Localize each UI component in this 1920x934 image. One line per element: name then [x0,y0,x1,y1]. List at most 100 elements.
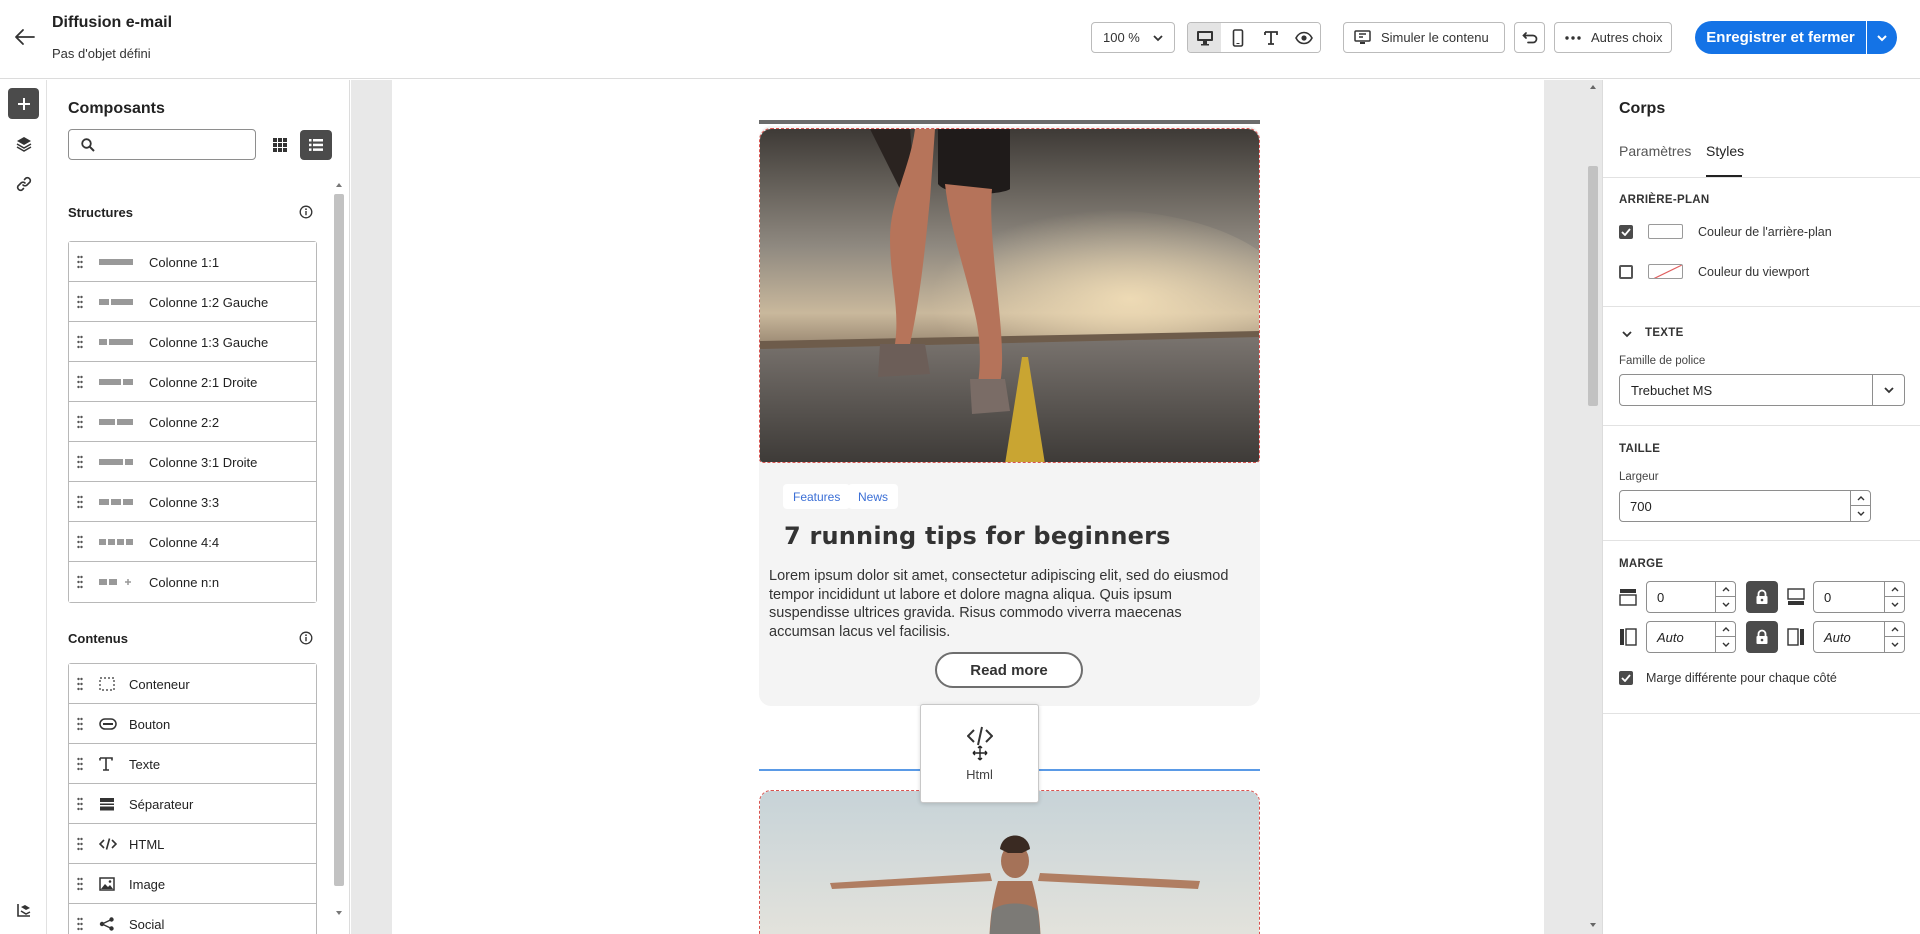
tab-styles[interactable]: Styles [1706,143,1744,159]
bg-color-swatch[interactable] [1648,224,1683,239]
content-item-html[interactable]: HTML [69,824,316,864]
drag-handle-icon[interactable] [77,255,83,269]
list-view-button[interactable] [300,130,332,160]
content-item-text[interactable]: Texte [69,744,316,784]
components-scrollbar-thumb[interactable] [334,194,344,886]
content-item-image[interactable]: Image [69,864,316,904]
email-canvas[interactable]: Features News 7 running tips for beginne… [351,80,1602,934]
viewport-color-checkbox[interactable] [1619,265,1633,279]
drag-handle-icon[interactable] [77,335,83,349]
margin-bottom-input[interactable]: 0 [1813,581,1905,613]
drag-handle-icon[interactable] [77,917,83,931]
stepper-down-icon[interactable] [1885,637,1904,652]
drag-handle-icon[interactable] [77,717,83,731]
undo-button[interactable] [1514,22,1545,53]
margin-bottom-stepper[interactable] [1884,582,1904,612]
margin-right-stepper[interactable] [1884,622,1904,652]
mobile-view-button[interactable] [1221,23,1254,52]
lock-horizontal-margins-button[interactable] [1746,621,1778,653]
structure-item-column-4-4[interactable]: Colonne 4:4 [69,522,316,562]
info-icon[interactable] [299,631,313,645]
canvas-scrollbar-thumb[interactable] [1588,166,1598,406]
chevron-down-icon[interactable] [1621,329,1633,339]
lock-vertical-margins-button[interactable] [1746,581,1778,613]
structure-item-column-2-2[interactable]: Colonne 2:2 [69,402,316,442]
margin-left-stepper[interactable] [1715,622,1735,652]
hero-image-yoga[interactable] [759,790,1260,934]
content-item-button[interactable]: Bouton [69,704,316,744]
drag-handle-icon[interactable] [77,535,83,549]
margin-top-stepper[interactable] [1715,582,1735,612]
content-item-divider[interactable]: Séparateur [69,784,316,824]
components-scrollbar[interactable] [332,180,346,920]
structure-item-column-1-2[interactable]: Colonne 1:2 Gauche [69,282,316,322]
more-options-button[interactable]: Autres choix [1554,22,1672,53]
stepper-up-icon[interactable] [1851,491,1870,506]
drag-handle-icon[interactable] [77,877,83,891]
zoom-select[interactable]: 100 % [1091,22,1175,53]
components-search[interactable] [68,129,256,160]
save-options-dropdown[interactable] [1867,21,1897,54]
structure-item-column-1-3[interactable]: Colonne 1:3 Gauche [69,322,316,362]
search-input[interactable] [103,134,251,156]
bg-color-checkbox[interactable] [1619,225,1633,239]
canvas-scrollbar[interactable] [1584,80,1602,934]
margin-top-input[interactable]: 0 [1646,581,1736,613]
text-view-button[interactable] [1254,23,1287,52]
save-and-close-button[interactable]: Enregistrer et fermer [1695,21,1866,54]
tag-features[interactable]: Features [783,484,851,509]
viewport-color-swatch[interactable] [1648,264,1683,279]
article-body[interactable]: Lorem ipsum dolor sit amet, consectetur … [769,567,1249,641]
font-family-select[interactable]: Trebuchet MS [1619,374,1905,406]
stepper-down-icon[interactable] [1851,506,1870,521]
width-input[interactable]: 700 [1619,490,1871,522]
stepper-down-icon[interactable] [1885,597,1904,612]
drag-handle-icon[interactable] [77,295,83,309]
article-title[interactable]: 7 running tips for beginners [784,522,1171,550]
tag-news[interactable]: News [848,484,899,509]
different-margin-checkbox[interactable] [1619,671,1633,685]
preview-button[interactable] [1287,23,1320,52]
drag-handle-icon[interactable] [77,415,83,429]
stepper-up-icon[interactable] [1716,622,1735,637]
content-item-social[interactable]: Social [69,904,316,934]
drag-handle-icon[interactable] [77,757,83,771]
structure-item-column-2-1[interactable]: Colonne 2:1 Droite [69,362,316,402]
dragged-html-component[interactable]: Html [920,704,1039,803]
structure-item-column-n-n[interactable]: Colonne n:n [69,562,316,602]
drag-handle-icon[interactable] [77,375,83,389]
tab-parametres[interactable]: Paramètres [1619,143,1691,159]
drag-handle-icon[interactable] [77,797,83,811]
font-family-dropdown[interactable] [1872,375,1904,405]
back-arrow-icon[interactable] [14,28,38,48]
structure-item-column-3-3[interactable]: Colonne 3:3 [69,482,316,522]
text-section-title[interactable]: TEXTE [1645,327,1684,339]
stepper-up-icon[interactable] [1885,582,1904,597]
stepper-down-icon[interactable] [1716,597,1735,612]
drag-handle-icon[interactable] [77,837,83,851]
grid-view-button[interactable] [266,130,294,160]
structure-item-column-3-1[interactable]: Colonne 3:1 Droite [69,442,316,482]
layers-button[interactable] [8,128,39,159]
drag-handle-icon[interactable] [77,495,83,509]
drag-handle-icon[interactable] [77,575,83,589]
structure-item-column-1-1[interactable]: Colonne 1:1 [69,242,316,282]
drag-handle-icon[interactable] [77,455,83,469]
stepper-up-icon[interactable] [1716,582,1735,597]
content-item-container[interactable]: Conteneur [69,664,316,704]
info-icon[interactable] [299,205,313,219]
width-stepper[interactable] [1850,491,1870,521]
stepper-up-icon[interactable] [1885,622,1904,637]
desktop-view-button[interactable] [1188,23,1221,52]
links-button[interactable] [8,168,39,199]
margin-left-input[interactable]: Auto [1646,621,1736,653]
bottom-layers-button[interactable] [8,894,39,925]
add-components-button[interactable] [8,88,39,119]
drag-handle-icon[interactable] [77,677,83,691]
simulate-content-button[interactable]: Simuler le contenu [1343,22,1505,53]
read-more-button[interactable]: Read more [935,652,1083,688]
email-body[interactable]: Features News 7 running tips for beginne… [392,80,1544,934]
stepper-down-icon[interactable] [1716,637,1735,652]
hero-image-running[interactable] [759,128,1260,463]
margin-right-input[interactable]: Auto [1813,621,1905,653]
